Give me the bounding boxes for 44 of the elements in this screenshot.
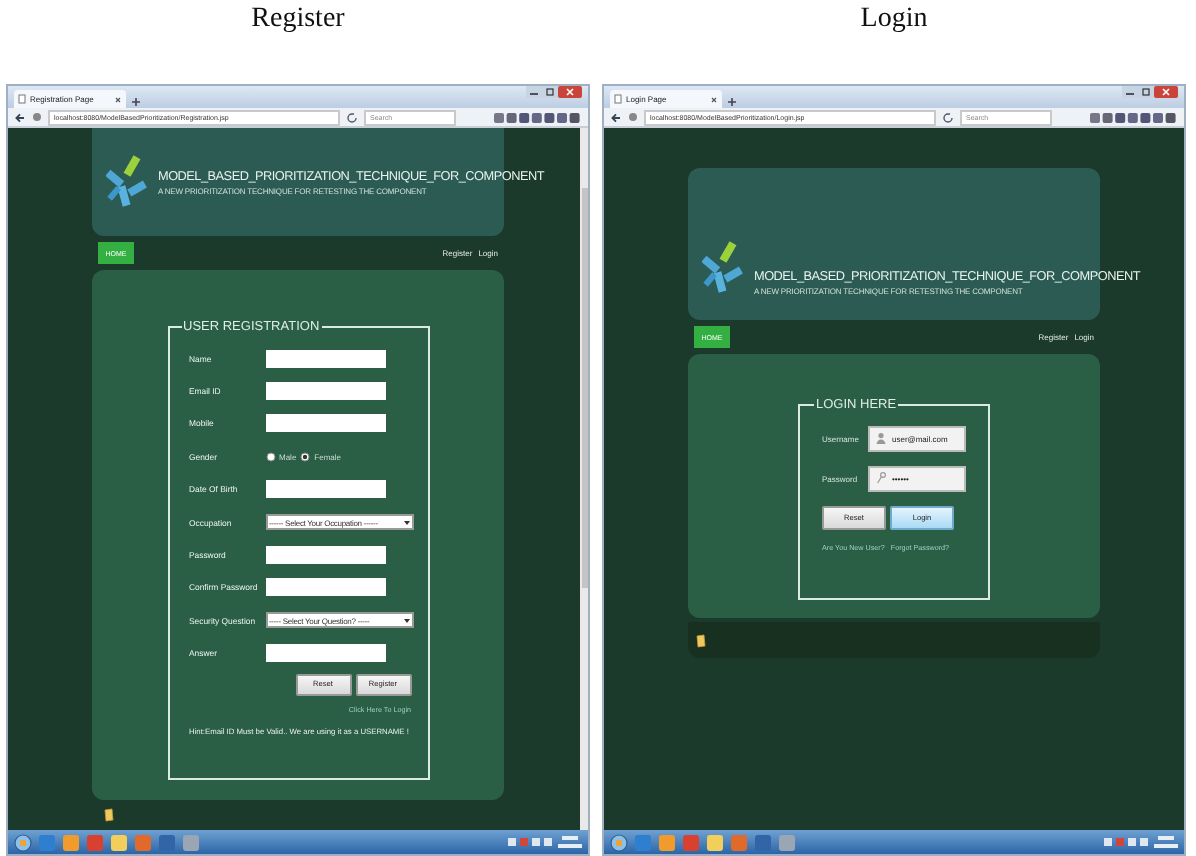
close-icon[interactable] [710,95,718,103]
close-icon[interactable] [1154,86,1178,98]
caret-icon [403,617,409,624]
figure-caption: Register [251,4,345,36]
tray-icons-drawing [1104,836,1148,848]
text-input[interactable] [265,546,385,565]
toolbar-icons-drawing [1090,111,1178,123]
back-arrow-icon[interactable] [14,111,26,123]
close-icon[interactable] [114,95,122,103]
radio-button[interactable] [300,451,311,462]
text-input[interactable] [265,578,385,597]
reload-icon[interactable] [942,111,954,123]
minimize-icon[interactable] [1122,86,1138,98]
caret-icon [403,519,409,526]
minimize-icon[interactable] [526,86,542,98]
clock-drawing [558,834,582,850]
text-input[interactable] [265,349,385,368]
scroll-note-icon [696,633,706,647]
figure-caption: Login [860,4,928,36]
toolbar-icons-drawing [494,111,582,123]
key-icon [876,472,886,484]
scrollbar[interactable] [580,128,588,830]
reload-icon[interactable] [346,111,358,123]
text-input[interactable] [265,644,385,663]
tray-icons-drawing [508,836,552,848]
logo-icon [702,240,746,296]
radio-button[interactable] [265,451,275,462]
text-input[interactable] [265,414,385,433]
new-tab-icon[interactable] [130,96,142,108]
maximize-icon[interactable] [542,86,558,98]
clock-drawing [1154,834,1178,850]
maximize-icon[interactable] [1138,86,1154,98]
user-icon [876,432,886,444]
page-icon [614,94,622,104]
back-arrow-icon[interactable] [610,111,622,123]
text-input[interactable] [265,480,385,499]
close-icon[interactable] [558,86,582,98]
start-orb-icon[interactable] [610,833,628,851]
start-orb-icon[interactable] [14,833,32,851]
new-tab-icon[interactable] [726,96,738,108]
logo-icon [106,154,150,210]
text-input[interactable] [265,382,385,401]
page-icon [18,94,26,104]
scroll-note-icon [104,808,114,822]
